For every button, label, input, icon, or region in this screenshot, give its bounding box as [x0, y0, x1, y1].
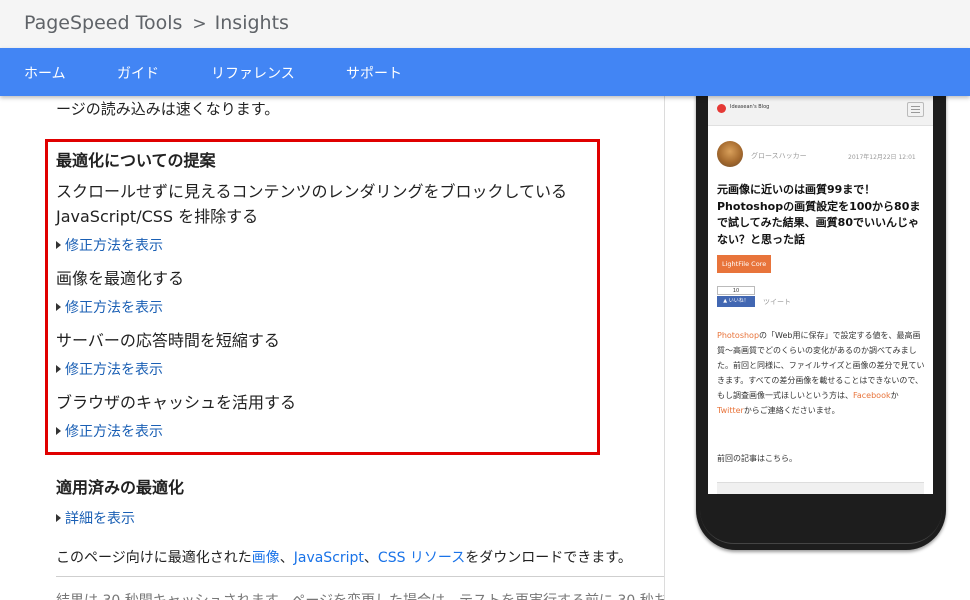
triangle-right-icon: [56, 514, 61, 522]
top-bar: PageSpeed Tools > Insights: [0, 0, 970, 48]
suggestion-title-line: JavaScript/CSS を排除する: [56, 207, 259, 226]
mobile-tag: LightFile Core: [717, 255, 772, 273]
nav-item-home[interactable]: ホーム: [24, 63, 66, 83]
body-text: からご連絡くださいませ。: [743, 406, 840, 415]
download-text: このページ向けに最適化された画像、JavaScript、CSS リソースをダウン…: [56, 547, 632, 567]
main-nav: ホーム ガイド リファレンス サポート: [0, 48, 970, 96]
separator: 、: [279, 550, 294, 566]
mobile-screenshot: Ideasean's Blog グロースハッカー 2017年12月22日 12:…: [708, 96, 933, 494]
triangle-right-icon: [56, 365, 61, 373]
toggle-label: 修正方法を表示: [65, 300, 163, 316]
nav-item-support[interactable]: サポート: [346, 63, 402, 83]
mobile-more-text: 前回の記事はこちら。: [717, 454, 797, 463]
intro-text: ージの読み込みは速くなります。: [56, 100, 280, 118]
cache-note: 結果は 30 秒間キャッシュされます。ページを変更した場合は、テストを再実行する…: [56, 590, 665, 600]
body-text: の「Web用に保存」で設定する値を、最高画質〜高画質でどのくらいの変化があるのか…: [717, 331, 925, 400]
mobile-embed-box: [717, 482, 924, 494]
suggestion-title: ブラウザのキャッシュを活用する: [56, 393, 297, 412]
download-css-link[interactable]: CSS リソース: [378, 550, 465, 566]
suggestion-title-line: スクロールせずに見えるコンテンツのレンダリングをブロックしている: [56, 182, 568, 201]
tweet-label: ツイート: [763, 298, 791, 306]
nav-item-guide[interactable]: ガイド: [117, 63, 159, 83]
hamburger-menu-icon: [907, 102, 924, 117]
results-panel: ージの読み込みは速くなります。 最適化についての提案 スクロールせずに見えるコン…: [0, 96, 665, 600]
show-details-toggle[interactable]: 詳細を表示: [56, 508, 135, 528]
show-fix-toggle[interactable]: 修正方法を表示: [56, 359, 163, 379]
suggestion-title: 画像を最適化する: [56, 269, 185, 288]
mobile-logo: Ideasean's Blog: [730, 104, 770, 110]
highlight-text: Twitter: [717, 406, 744, 415]
divider: [56, 576, 665, 577]
mobile-header: Ideasean's Blog: [708, 96, 933, 126]
triangle-right-icon: [56, 303, 61, 311]
download-js-link[interactable]: JavaScript: [294, 550, 364, 566]
download-prefix: このページ向けに最適化された: [56, 550, 252, 566]
mobile-body: Photoshopの「Web用に保存」で設定する値を、最高画質〜高画質でどのくら…: [717, 328, 925, 418]
toggle-label: 修正方法を表示: [65, 362, 163, 378]
suggestion-title: サーバーの応答時間を短縮する: [56, 331, 280, 350]
logo-icon: [717, 104, 726, 113]
page-title: Insights: [214, 12, 289, 34]
triangle-right-icon: [56, 241, 61, 249]
like-count: 10: [717, 286, 755, 295]
breadcrumb: PageSpeed Tools > Insights: [24, 12, 289, 34]
column-divider: [664, 96, 665, 600]
show-fix-toggle[interactable]: 修正方法を表示: [56, 421, 163, 441]
suggestion-title: スクロールせずに見えるコンテンツのレンダリングをブロックしている JavaScr…: [56, 179, 596, 229]
avatar: [717, 141, 743, 167]
show-fix-toggle[interactable]: 修正方法を表示: [56, 297, 163, 317]
toggle-label: 詳細を表示: [65, 511, 135, 527]
separator: 、: [363, 550, 378, 566]
show-fix-toggle[interactable]: 修正方法を表示: [56, 235, 163, 255]
suggestions-heading: 最適化についての提案: [56, 151, 216, 170]
brand-link[interactable]: PageSpeed Tools: [24, 12, 182, 34]
triangle-right-icon: [56, 427, 61, 435]
highlight-text: Photoshop: [717, 331, 760, 340]
toggle-label: 修正方法を表示: [65, 238, 163, 254]
like-label: いいね！: [728, 298, 749, 304]
mobile-date: 2017年12月22日 12:01: [848, 154, 916, 161]
mobile-article-title: 元画像に近いのは画質99まで！Photoshopの画質設定を100から80まで試…: [717, 183, 921, 246]
mobile-author: グロースハッカー: [751, 152, 807, 160]
body-text: か: [890, 391, 899, 400]
applied-heading: 適用済みの最適化: [56, 478, 185, 497]
download-images-link[interactable]: 画像: [252, 550, 280, 566]
like-button: ▲ いいね！: [717, 296, 755, 307]
toggle-label: 修正方法を表示: [65, 424, 163, 440]
nav-item-reference[interactable]: リファレンス: [211, 63, 295, 83]
download-suffix: をダウンロードできます。: [465, 550, 632, 566]
highlight-text: Facebook: [853, 391, 891, 400]
chevron-right-icon: >: [192, 14, 207, 34]
